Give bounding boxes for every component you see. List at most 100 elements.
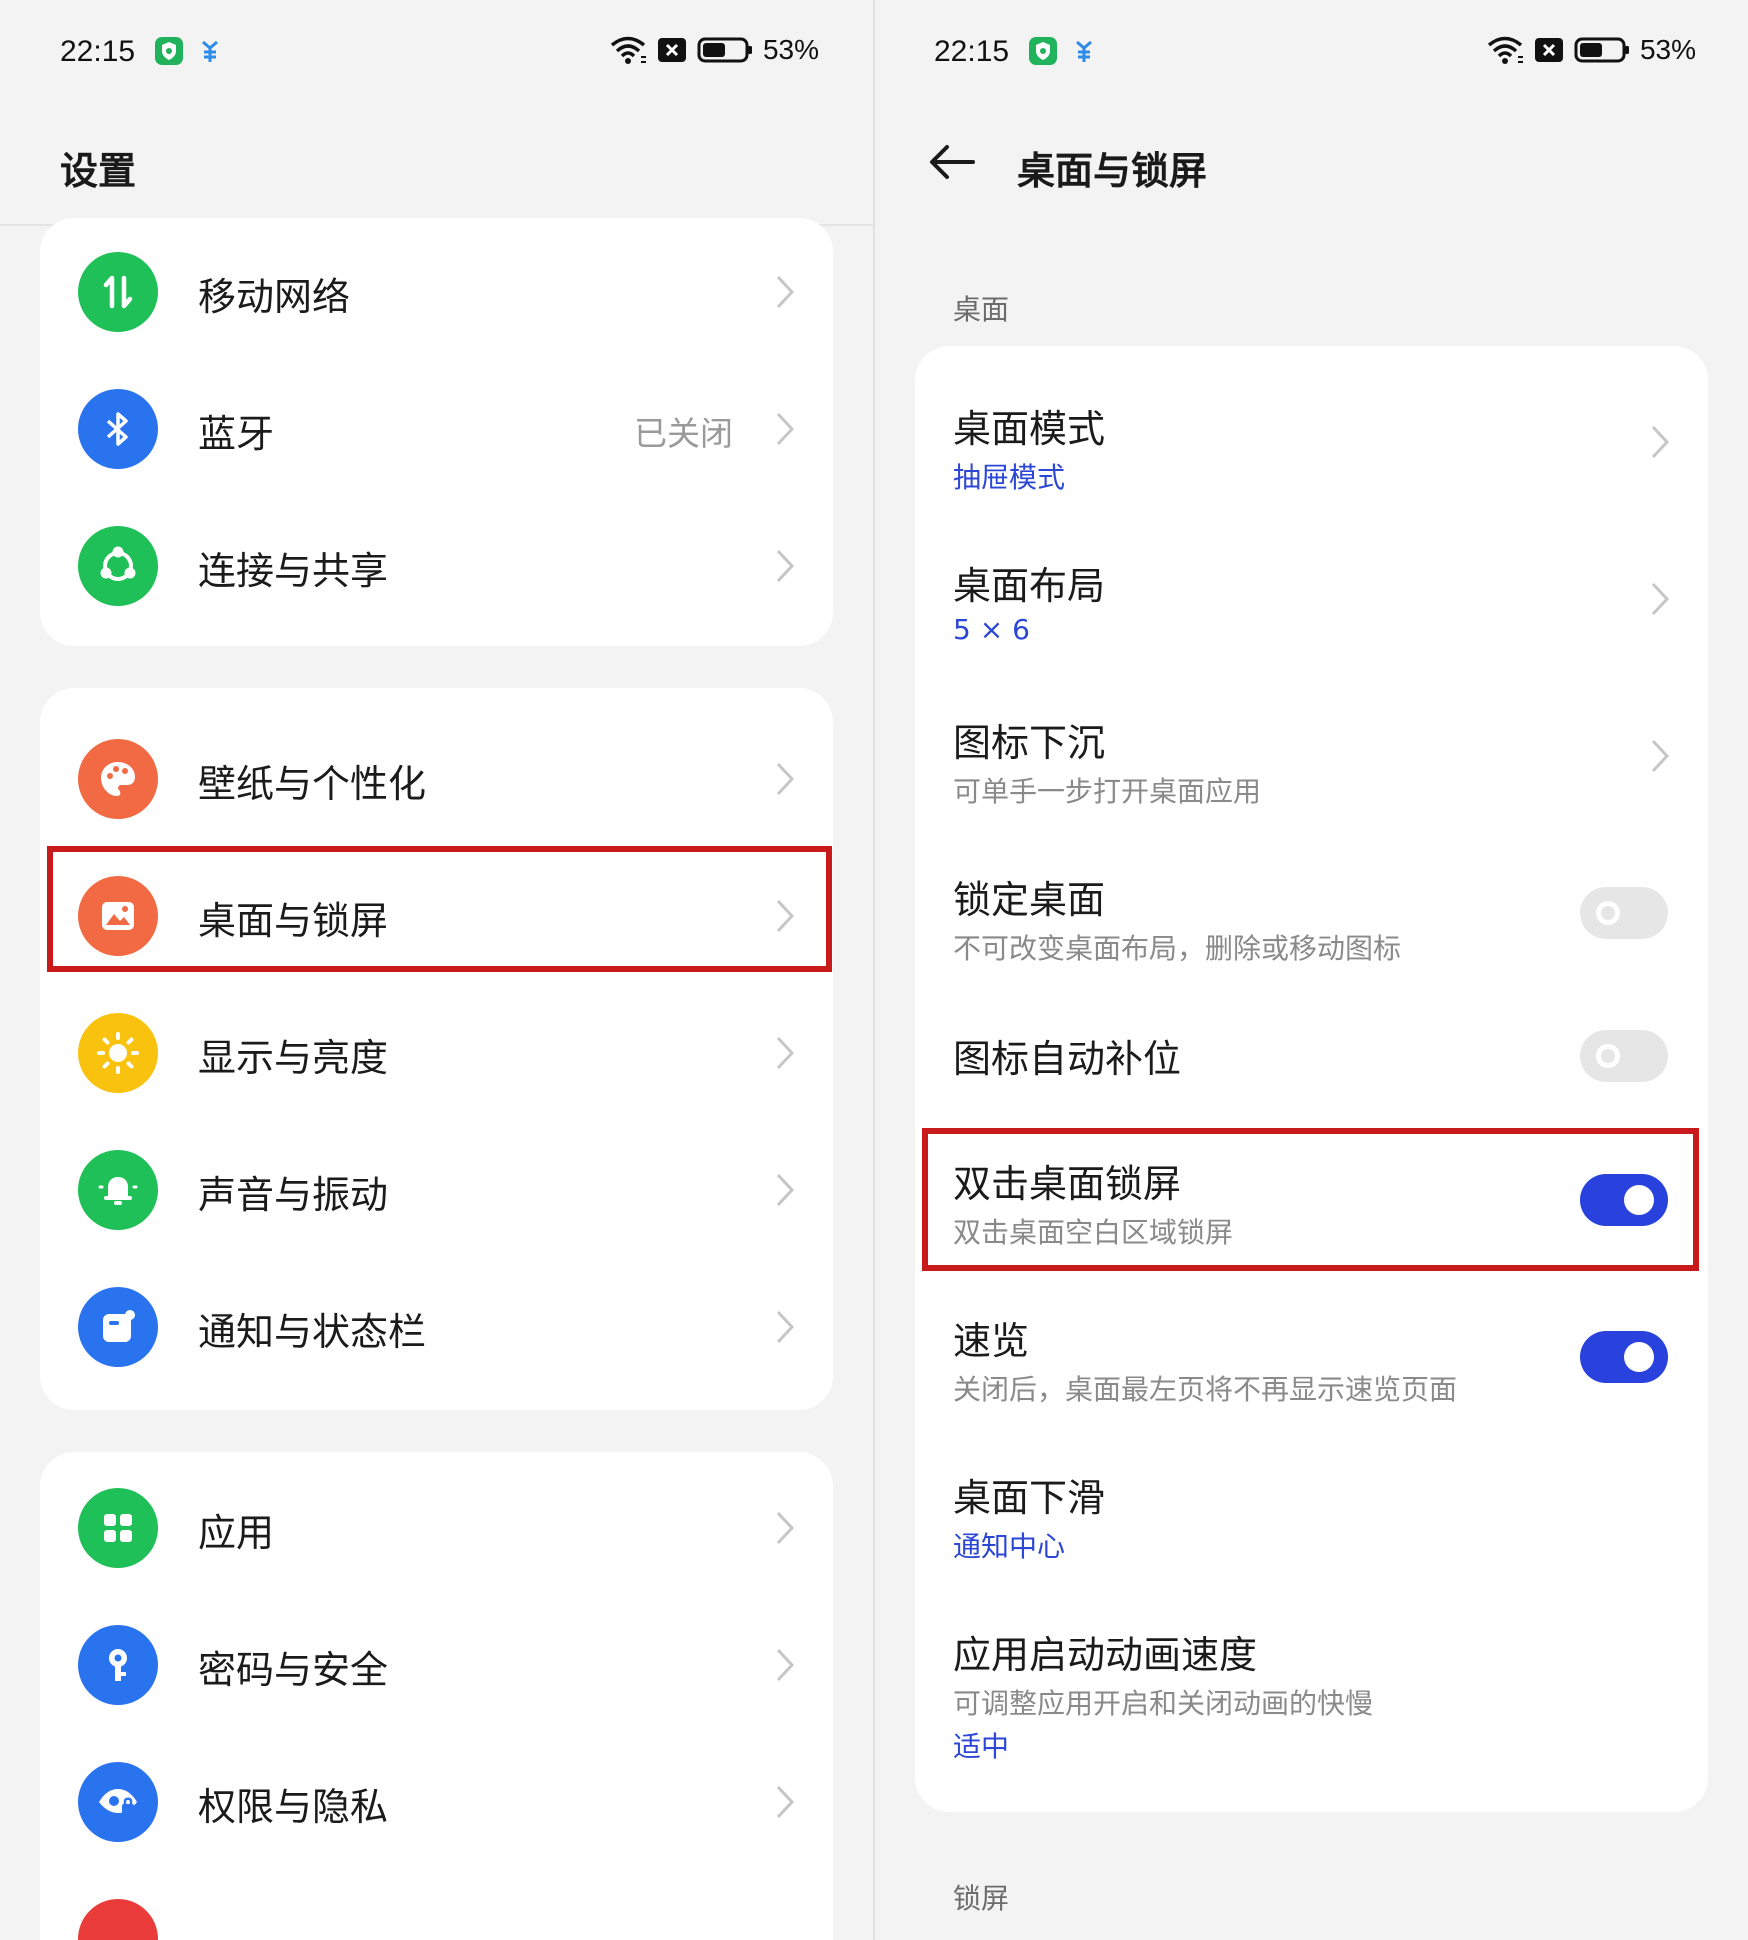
setting-icon-auto-fill: 图标自动补位 [915,974,1708,1101]
desktop-settings-card: 桌面模式 抽屉模式 桌面布局 5 × 6 图标下沉 可单手一步打开桌面应用 锁定… [915,346,1708,1812]
status-bar: 22:15 53% [875,32,1748,72]
chevron-right-icon [1651,425,1670,459]
settings-item-wallpaper[interactable]: 壁纸与个性化 [40,711,833,848]
apps-grid-icon [78,1488,158,1568]
battery-icon [1574,37,1629,63]
setting-subtitle: 可单手一步打开桌面应用 [953,775,1262,808]
setting-title: 锁定桌面 [953,878,1106,922]
setting-title: 图标下沉 [953,721,1106,765]
highlight-box-double-tap-lock [922,1128,1699,1271]
settings-item-display-brightness[interactable]: 显示与亮度 [40,985,833,1122]
settings-panel: 22:15 53% 设置 移动网络 蓝牙 已关闭 连接与共享 壁纸与个性化 桌面… [0,0,873,1940]
setting-app-launch-animation-speed[interactable]: 应用启动动画速度 可调整应用开启和关闭动画的快慢 适中 [915,1572,1708,1792]
setting-value: 通知中心 [953,1530,1066,1563]
bluetooth-status: 已关闭 [634,414,733,453]
setting-quick-view: 速览 关闭后，桌面最左页将不再显示速览页面 [915,1258,1708,1415]
setting-title: 桌面布局 [953,564,1106,608]
settings-item-label: 权限与隐私 [198,1785,389,1829]
status-bar: 22:15 53% [0,32,873,72]
shield-app-icon [1029,37,1057,65]
settings-item-mobile-network[interactable]: 移动网络 [40,224,833,361]
settings-group-connectivity: 移动网络 蓝牙 已关闭 连接与共享 [40,218,833,646]
person-app-icon [202,40,218,62]
settings-item-partial[interactable] [40,1871,833,1940]
settings-item-apps[interactable]: 应用 [40,1460,833,1597]
setting-icon-sink[interactable]: 图标下沉 可单手一步打开桌面应用 [915,660,1708,817]
chevron-right-icon [776,1173,795,1207]
chevron-right-icon [776,1785,795,1819]
settings-item-connection-share[interactable]: 连接与共享 [40,498,833,635]
bluetooth-icon [78,389,158,469]
setting-title: 应用启动动画速度 [953,1633,1258,1677]
setting-subtitle: 关闭后，桌面最左页将不再显示速览页面 [953,1373,1458,1406]
settings-item-label: 蓝牙 [198,412,275,456]
key-icon [78,1625,158,1705]
settings-item-label: 壁纸与个性化 [198,762,427,806]
setting-value: 适中 [953,1730,1010,1763]
setting-title: 图标自动补位 [953,1037,1182,1081]
setting-subtitle: 可调整应用开启和关闭动画的快慢 [953,1687,1374,1720]
person-app-icon [1076,40,1092,62]
highlight-box-desktop-lockscreen [47,846,832,972]
sim-blocked-icon [1534,38,1563,62]
settings-group-apps-security: 应用 密码与安全 权限与隐私 [40,1452,833,1940]
battery-percentage: 53% [762,34,819,65]
settings-item-label: 显示与亮度 [198,1036,389,1080]
chevron-right-icon [776,549,795,583]
section-label-desktop: 桌面 [953,293,1010,326]
chevron-right-icon [1651,582,1670,616]
battery-percentage: 53% [1639,34,1696,65]
wifi-icon [610,36,646,64]
settings-item-sound-vibration[interactable]: 声音与振动 [40,1122,833,1259]
palette-icon [78,739,158,819]
settings-item-permission-privacy[interactable]: 权限与隐私 [40,1734,833,1871]
battery-icon [697,37,752,63]
setting-desktop-mode[interactable]: 桌面模式 抽屉模式 [915,346,1708,503]
wifi-icon [1487,36,1523,64]
connection-share-icon [78,526,158,606]
back-arrow-icon[interactable] [927,140,977,184]
notification-icon [78,1287,158,1367]
settings-item-label: 连接与共享 [198,549,389,593]
setting-subtitle: 不可改变桌面布局，删除或移动图标 [953,932,1402,965]
desktop-lockscreen-panel: 22:15 53% 桌面与锁屏 桌面 桌面模式 抽屉模式 桌面布局 5 × 6 [875,0,1748,1940]
setting-lock-desktop: 锁定桌面 不可改变桌面布局，删除或移动图标 [915,817,1708,974]
page-title: 桌面与锁屏 [1017,149,1208,193]
chevron-right-icon [776,762,795,796]
settings-item-password-security[interactable]: 密码与安全 [40,1597,833,1734]
mobile-data-icon [78,252,158,332]
setting-value: 5 × 6 [953,613,1030,646]
section-label-lockscreen: 锁屏 [953,1882,1010,1915]
page-title: 设置 [60,149,137,193]
chevron-right-icon [776,1648,795,1682]
setting-desktop-layout[interactable]: 桌面布局 5 × 6 [915,503,1708,660]
setting-title: 桌面模式 [953,407,1106,451]
sun-icon [78,1013,158,1093]
lock-desktop-toggle[interactable] [1580,887,1668,939]
quick-view-toggle[interactable] [1580,1331,1668,1383]
chevron-right-icon [776,1511,795,1545]
settings-item-label: 应用 [198,1511,275,1555]
settings-item-bluetooth[interactable]: 蓝牙 已关闭 [40,361,833,498]
settings-item-label: 通知与状态栏 [198,1310,427,1354]
icon-auto-fill-toggle[interactable] [1580,1030,1668,1082]
settings-item-notification-statusbar[interactable]: 通知与状态栏 [40,1259,833,1396]
chevron-right-icon [776,275,795,309]
chevron-right-icon [776,412,795,446]
settings-item-label: 声音与振动 [198,1173,389,1217]
status-time: 22:15 [934,35,1010,68]
shield-app-icon [155,37,183,65]
settings-item-label: 移动网络 [198,275,351,319]
status-time: 22:15 [60,35,136,68]
chevron-right-icon [776,1310,795,1344]
setting-title: 速览 [953,1319,1030,1363]
settings-group-personalization: 壁纸与个性化 桌面与锁屏 显示与亮度 声音与振动 通知与状态栏 [40,688,833,1410]
setting-desktop-swipe-down[interactable]: 桌面下滑 通知中心 [915,1415,1708,1572]
partial-item-icon [78,1899,158,1940]
sim-blocked-icon [657,38,686,62]
privacy-eye-icon [78,1762,158,1842]
settings-item-label: 密码与安全 [198,1648,389,1692]
setting-title: 桌面下滑 [953,1476,1106,1520]
bell-icon [78,1150,158,1230]
setting-value: 抽屉模式 [953,461,1066,494]
